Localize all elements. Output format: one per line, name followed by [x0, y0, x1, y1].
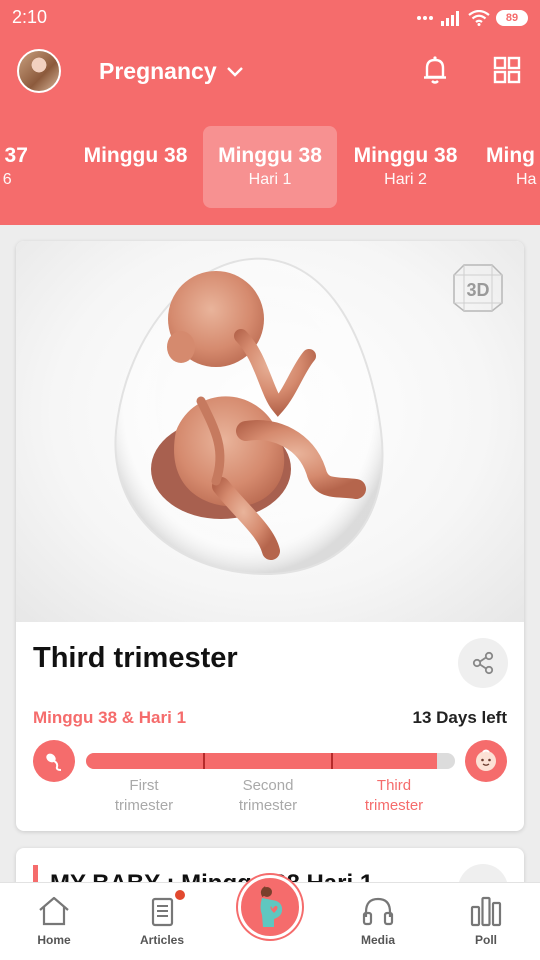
app-header: 2:10 89 Pregnancy gu 37 ri 6 Minggu 38: [0, 0, 540, 225]
share-icon: [472, 651, 494, 675]
trimester-label-third: Third trimester: [364, 777, 424, 814]
more-dots-icon: [417, 16, 433, 20]
chevron-down-icon: [226, 66, 243, 77]
nav-media[interactable]: Media: [333, 883, 423, 960]
status-icons: 89: [416, 8, 528, 28]
articles-icon: [151, 897, 174, 927]
pregnancy-home-button[interactable]: [238, 875, 302, 939]
conception-icon: [33, 740, 75, 782]
signal-icon: [441, 11, 459, 26]
fetus-illustration: [114, 257, 384, 576]
current-week-label: Minggu 38 & Hari 1: [33, 708, 187, 727]
progress-fill: [86, 753, 437, 769]
pregnancy-selector[interactable]: Pregnancy: [99, 58, 243, 85]
baby-face-icon: [476, 749, 496, 771]
grid-icon[interactable]: [490, 53, 524, 87]
days-left-label: 13 Days left: [412, 708, 508, 727]
battery-indicator: 89: [496, 10, 528, 26]
birth-icon: [465, 740, 507, 782]
week-item[interactable]: Ming Ha: [473, 126, 540, 210]
page-title: Pregnancy: [99, 58, 217, 84]
3d-view-icon[interactable]: 3D: [450, 259, 506, 315]
baby-3d-image[interactable]: 3D: [16, 241, 524, 622]
week-item[interactable]: Minggu 38: [68, 126, 203, 210]
status-bar: 2:10 89: [0, 0, 540, 36]
notification-dot: [173, 888, 187, 902]
trimester-card: 3D Third trimester Minggu 38 & Hari 1 13…: [16, 241, 524, 831]
bell-icon[interactable]: [418, 53, 452, 87]
week-item[interactable]: gu 37 ri 6: [0, 126, 68, 210]
trimester-title: Third trimester: [33, 642, 238, 674]
week-item-selected[interactable]: Minggu 38 Hari 1: [203, 126, 337, 208]
status-time: 2:10: [12, 7, 48, 27]
wifi-icon: [468, 10, 490, 26]
week-item[interactable]: Minggu 38 Hari 2: [338, 126, 473, 210]
avatar[interactable]: [17, 49, 61, 93]
share-button[interactable]: [458, 638, 508, 688]
trimester-label-second: Second trimester: [238, 777, 298, 814]
trimester-divider: [331, 753, 333, 769]
nav-articles[interactable]: Articles: [117, 883, 207, 960]
trimester-divider: [203, 753, 205, 769]
sperm-icon: [46, 753, 62, 771]
headphones-icon: [362, 897, 394, 926]
svg-text:3D: 3D: [466, 280, 489, 300]
pregnant-woman-icon: [260, 886, 283, 927]
poll-icon: [470, 896, 502, 927]
trimester-label-first: First trimester: [114, 777, 174, 814]
bottom-navigation: Home Articles Media Poll: [0, 875, 540, 960]
nav-home[interactable]: Home: [9, 883, 99, 960]
week-selector[interactable]: gu 37 ri 6 Minggu 38 Minggu 38 Hari 1 Mi…: [0, 126, 540, 210]
nav-poll[interactable]: Poll: [441, 883, 531, 960]
home-icon: [39, 896, 69, 926]
pregnancy-progress-bar: [86, 753, 455, 769]
